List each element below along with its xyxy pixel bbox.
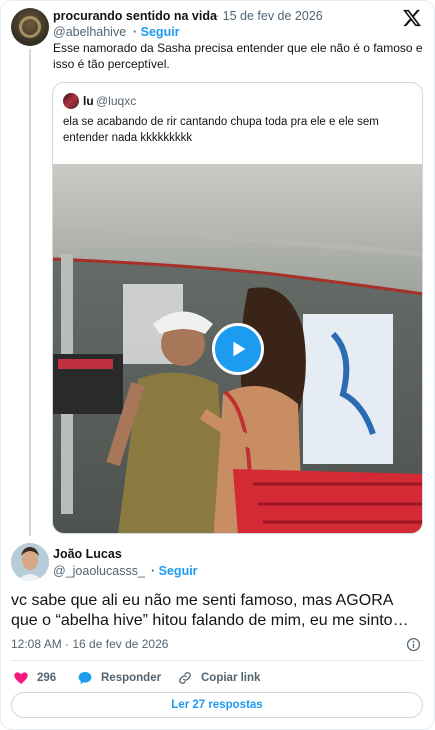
heart-icon xyxy=(14,672,28,684)
tweet-embed-card: procurando sentido na vida · 15 de fev d… xyxy=(0,0,435,730)
parent-handle[interactable]: @abelhahive xyxy=(53,25,126,39)
reply-button[interactable]: Responder xyxy=(77,670,161,686)
link-icon xyxy=(179,672,191,684)
like-count: 296 xyxy=(37,672,57,684)
play-icon xyxy=(233,341,246,357)
parent-follow-label: Seguir xyxy=(140,25,180,39)
reply-follow-label: Seguir xyxy=(158,564,198,578)
reply-follow-link[interactable]: · Seguir xyxy=(151,564,198,578)
x-logo-icon[interactable] xyxy=(402,8,422,28)
parent-follow-link[interactable]: · Seguir xyxy=(133,25,180,39)
like-button[interactable]: 296 xyxy=(13,670,56,686)
read-replies-button[interactable]: Ler 27 respostas xyxy=(11,692,423,718)
reply-handle[interactable]: @_joaolucasss_ xyxy=(53,564,145,578)
reply-author-name[interactable]: João Lucas xyxy=(53,547,122,561)
info-icon[interactable] xyxy=(406,637,421,652)
thread-connector-line xyxy=(29,49,31,536)
parent-date[interactable]: · 15 de fev de 2026 xyxy=(215,9,323,23)
parent-author-name[interactable]: procurando sentido na vida xyxy=(53,9,217,23)
parent-tweet-text: Esse namorado da Sasha precisa entender … xyxy=(53,41,423,71)
divider xyxy=(11,660,423,661)
quoted-tweet-text: ela se acabando de rir cantando chupa to… xyxy=(63,116,379,144)
play-button[interactable] xyxy=(212,323,264,375)
reply-author-avatar[interactable] xyxy=(11,543,49,581)
parent-date-text: 15 de fev de 2026 xyxy=(222,9,323,23)
reply-bubble-icon xyxy=(78,672,92,684)
avatar-photo xyxy=(11,543,49,581)
copy-link-button[interactable]: Copiar link xyxy=(177,670,260,686)
video-thumbnail[interactable] xyxy=(53,164,422,533)
reply-tweet-text: vc sabe que ali eu não me senti famoso, … xyxy=(11,592,393,629)
parent-author-avatar[interactable] xyxy=(11,8,49,46)
quoted-author-avatar xyxy=(63,93,79,109)
quoted-tweet-card[interactable]: lu @luqxc ela se acabando de rir cantand… xyxy=(52,82,423,534)
reply-timestamp[interactable]: 12:08 AM · 16 de fev de 2026 xyxy=(11,637,168,651)
read-replies-label: Ler 27 respostas xyxy=(171,699,263,711)
copy-link-label: Copiar link xyxy=(201,672,261,684)
quoted-handle: @luqxc xyxy=(96,94,137,108)
quoted-author-name: lu xyxy=(83,94,94,108)
reply-label: Responder xyxy=(101,672,162,684)
